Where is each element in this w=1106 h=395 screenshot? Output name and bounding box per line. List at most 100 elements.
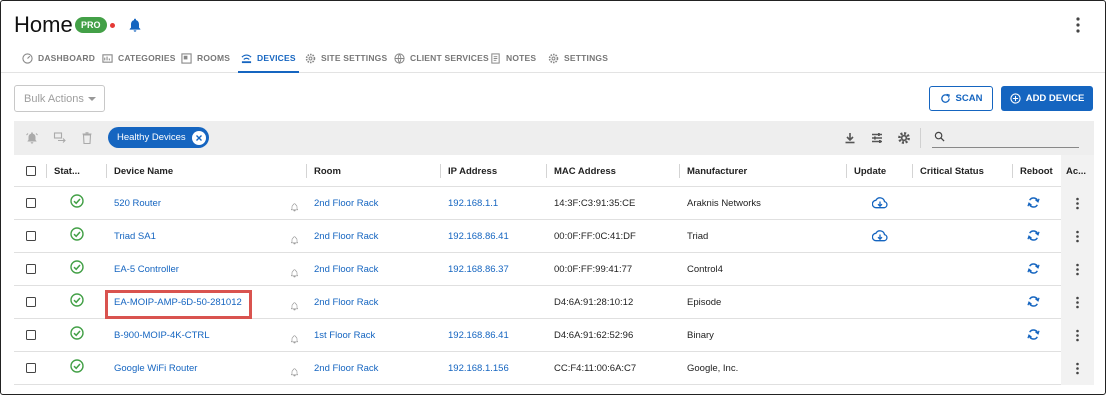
pro-badge: PRO	[75, 17, 107, 33]
table-toolbar: Healthy Devices	[14, 121, 1094, 155]
table-header-row: Stat... Device Name Room IP Address MAC …	[14, 155, 1094, 187]
device-name-link[interactable]: EA-5 Controller	[114, 253, 179, 286]
tab-site-settings[interactable]: SITE SETTINGS	[305, 43, 387, 73]
header-ip-address[interactable]: IP Address	[448, 155, 538, 187]
row-actions-cell	[1061, 220, 1094, 253]
table-row[interactable]: Triad SA1 2nd Floor Rack 192.168.86.41 00:0…	[14, 220, 1094, 253]
tab-rooms[interactable]: ROOMS	[181, 43, 230, 73]
columns-icon[interactable]	[870, 131, 884, 145]
tab-dashboard[interactable]: DASHBOARD	[22, 43, 95, 73]
more-menu-icon[interactable]	[1071, 16, 1085, 34]
caret-down-icon	[88, 97, 96, 101]
table-row[interactable]: EA-5 Controller 2nd Floor Rack 192.168.86.…	[14, 253, 1094, 286]
device-name-link[interactable]: B-900-MOIP-4K-CTRL	[114, 319, 210, 352]
tab-label: ROOMS	[197, 53, 231, 63]
table-row[interactable]: B-900-MOIP-4K-CTRL 1st Floor Rack 192.168.…	[14, 319, 1094, 352]
tab-devices[interactable]: DEVICES	[238, 43, 299, 73]
header-mac-address[interactable]: MAC Address	[554, 155, 674, 187]
header-room[interactable]: Room	[314, 155, 434, 187]
header-reboot[interactable]: Reboot	[1020, 155, 1060, 187]
row-checkbox[interactable]	[26, 297, 36, 307]
categories-icon	[102, 53, 113, 63]
header-status[interactable]: Stat...	[54, 155, 104, 187]
tab-bar: DASHBOARD CATEGORIES ROOMS DEVICES SITE …	[1, 43, 1105, 73]
mac-address: 14:3F:C3:91:35:CE	[554, 198, 636, 209]
globe-icon	[394, 52, 405, 64]
ip-address-link[interactable]: 192.168.1.1	[448, 187, 498, 220]
header-device-name[interactable]: Device Name	[114, 155, 294, 187]
room-link[interactable]: 2nd Floor Rack	[314, 352, 378, 385]
close-icon[interactable]	[191, 130, 206, 145]
notification-bell-icon[interactable]	[290, 265, 299, 278]
tab-label: SETTINGS	[564, 53, 609, 63]
ip-address-link[interactable]: 192.168.86.41	[448, 319, 509, 352]
search-box[interactable]	[932, 128, 1079, 148]
column-divider	[912, 164, 913, 178]
notification-bell-icon[interactable]	[290, 232, 299, 245]
device-name-link[interactable]: Triad SA1	[114, 220, 156, 253]
header-update[interactable]: Update	[854, 155, 904, 187]
gear-icon	[305, 53, 316, 63]
row-checkbox[interactable]	[26, 330, 36, 340]
room-link[interactable]: 2nd Floor Rack	[314, 286, 378, 319]
tab-client-services[interactable]: CLIENT SERVICES	[394, 43, 489, 73]
alarm-icon[interactable]	[25, 131, 39, 145]
device-name-link[interactable]: Google WiFi Router	[114, 352, 197, 385]
ip-address-link[interactable]: 192.168.86.37	[448, 253, 509, 286]
ip-address-link[interactable]: 192.168.1.156	[448, 352, 509, 385]
column-divider	[546, 164, 547, 178]
bulk-actions-select[interactable]: Bulk Actions	[14, 85, 105, 112]
row-checkbox[interactable]	[26, 363, 36, 373]
reboot-icon[interactable]	[1027, 262, 1040, 275]
table-row[interactable]: Google WiFi Router 2nd Floor Rack 192.168.…	[14, 352, 1094, 385]
scan-button[interactable]: SCAN	[929, 86, 993, 111]
reboot-icon[interactable]	[1027, 328, 1040, 341]
gear-icon[interactable]	[897, 131, 911, 145]
room-link[interactable]: 2nd Floor Rack	[314, 253, 378, 286]
room-link[interactable]: 2nd Floor Rack	[314, 220, 378, 253]
transfer-icon[interactable]	[53, 131, 67, 145]
status-ok-icon	[70, 194, 84, 208]
notification-bell-icon[interactable]	[290, 331, 299, 344]
header-manufacturer[interactable]: Manufacturer	[687, 155, 837, 187]
search-input[interactable]	[950, 130, 1076, 146]
mac-address: D4:6A:91:62:52:96	[554, 330, 634, 341]
add-device-button[interactable]: ADD DEVICE	[1001, 86, 1093, 111]
room-link[interactable]: 2nd Floor Rack	[314, 187, 378, 220]
row-checkbox[interactable]	[26, 198, 36, 208]
tab-label: DASHBOARD	[38, 53, 96, 63]
tab-settings[interactable]: SETTINGS	[548, 43, 608, 73]
room-link[interactable]: 1st Floor Rack	[314, 319, 375, 352]
tab-label: NOTES	[506, 53, 537, 63]
tab-categories[interactable]: CATEGORIES	[102, 43, 176, 73]
header-critical-status[interactable]: Critical Status	[920, 155, 1012, 187]
reboot-icon[interactable]	[1027, 295, 1040, 308]
filter-chip-healthy[interactable]: Healthy Devices	[108, 127, 209, 148]
device-name-link[interactable]: 520 Router	[114, 187, 161, 220]
reboot-icon[interactable]	[1027, 196, 1040, 209]
row-checkbox[interactable]	[26, 264, 36, 274]
trash-icon[interactable]	[80, 131, 94, 145]
select-all-checkbox[interactable]	[26, 166, 36, 176]
tab-notes[interactable]: NOTES	[490, 43, 536, 73]
bulk-actions-label: Bulk Actions	[24, 92, 84, 105]
notification-bell-icon[interactable]	[290, 298, 299, 311]
dashboard-icon	[22, 52, 33, 64]
notification-bell-icon[interactable]	[290, 364, 299, 377]
table-row[interactable]: 520 Router 2nd Floor Rack 192.168.1.1 14:3F…	[14, 187, 1094, 220]
mac-address: 00:0F:FF:0C:41:DF	[554, 231, 636, 242]
header-actions[interactable]: Ac...	[1066, 155, 1092, 187]
toolbar-divider	[920, 128, 921, 148]
download-icon[interactable]	[843, 131, 857, 145]
refresh-icon	[940, 93, 950, 103]
cloud-download-icon[interactable]	[871, 196, 888, 210]
cloud-download-icon[interactable]	[871, 229, 888, 243]
search-icon	[934, 131, 945, 142]
reboot-icon[interactable]	[1027, 229, 1040, 242]
notification-bell-icon[interactable]	[290, 199, 299, 212]
ip-address-link[interactable]: 192.168.86.41	[448, 220, 509, 253]
row-checkbox[interactable]	[26, 231, 36, 241]
scan-label: SCAN	[955, 93, 983, 104]
row-actions-cell	[1061, 286, 1094, 319]
bell-icon[interactable]	[127, 17, 143, 33]
